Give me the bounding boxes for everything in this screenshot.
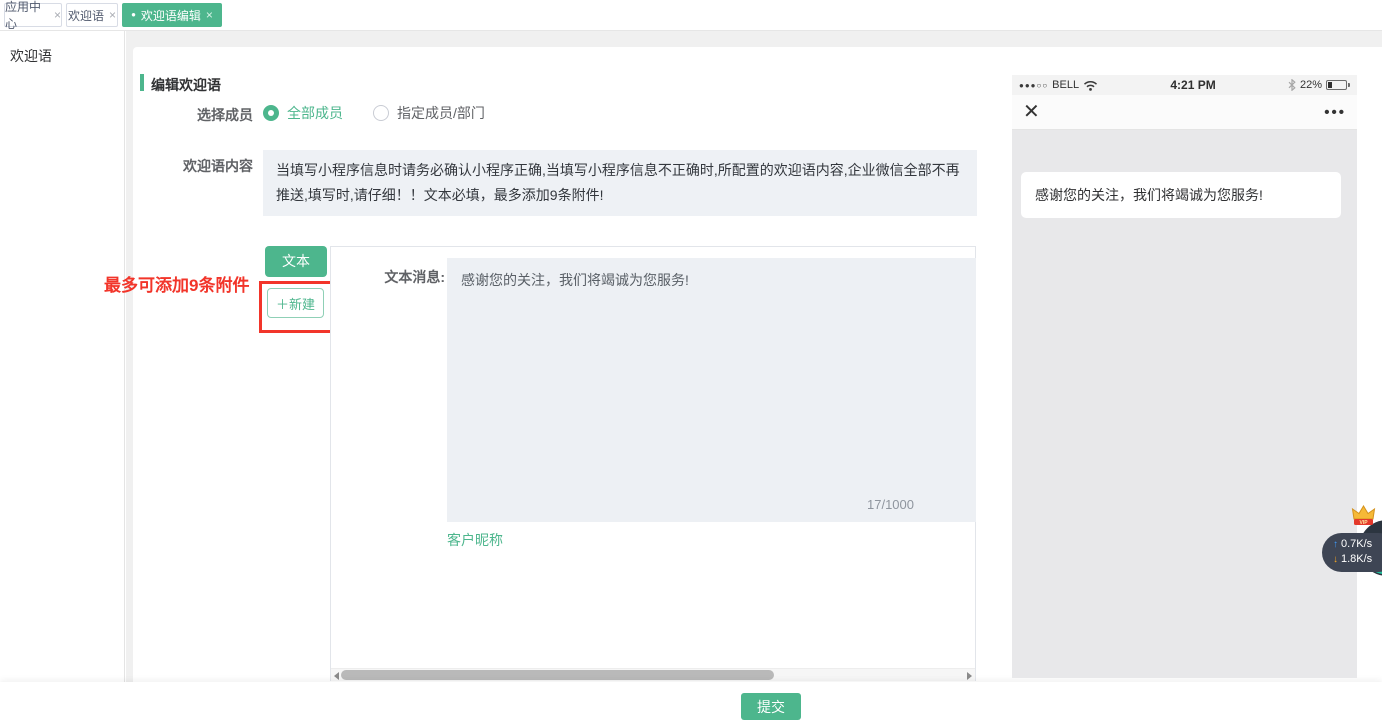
footer-bar bbox=[0, 682, 1382, 726]
add-attachment-button[interactable]: ＋新建 bbox=[267, 288, 324, 318]
tab-label: 应用中心 bbox=[5, 0, 49, 32]
annotation-max-attachments-text: 最多可添加9条附件 bbox=[104, 271, 249, 296]
close-icon[interactable]: ✕ bbox=[1023, 102, 1040, 122]
radio-label: 指定成员/部门 bbox=[397, 103, 485, 123]
submit-button[interactable]: 提交 bbox=[741, 693, 801, 720]
tab-welcome-message-edit[interactable]: ● 欢迎语编辑 × bbox=[122, 3, 222, 27]
radio-specific-members[interactable]: 指定成员/部门 bbox=[373, 103, 485, 123]
upload-speed-value: 0.7K/s bbox=[1341, 537, 1372, 552]
member-select-label: 选择成员 bbox=[133, 105, 253, 125]
upload-arrow-icon: ↑ bbox=[1333, 537, 1338, 552]
member-radio-group: 全部成员 指定成员/部门 bbox=[263, 103, 485, 123]
char-counter: 17/1000 bbox=[867, 497, 914, 512]
active-tab-dot-icon: ● bbox=[131, 11, 136, 19]
close-icon[interactable]: × bbox=[206, 9, 213, 21]
section-title-accent-bar bbox=[140, 74, 144, 91]
tab-label: 欢迎语 bbox=[68, 7, 104, 24]
download-arrow-icon: ↓ bbox=[1333, 552, 1338, 567]
text-message-label: 文本消息: bbox=[330, 267, 445, 287]
phone-preview: ●●●○○ BELL 4:21 PM 22% ✕ ••• 感谢您的关注，我们将竭… bbox=[1012, 75, 1357, 678]
radio-unselected-icon bbox=[373, 105, 389, 121]
vip-crown-icon: VIP bbox=[1350, 504, 1377, 530]
phone-chat-area: 感谢您的关注，我们将竭诚为您服务! bbox=[1012, 130, 1357, 678]
section-title: 编辑欢迎语 bbox=[151, 75, 221, 95]
download-speed-row: ↓ 1.8K/s bbox=[1333, 552, 1382, 567]
customer-nickname-link[interactable]: 客户昵称 bbox=[447, 530, 503, 550]
signal-strength-icon: ●●●○○ bbox=[1019, 81, 1048, 90]
welcome-content-label: 欢迎语内容 bbox=[133, 156, 253, 176]
close-icon[interactable]: × bbox=[54, 9, 61, 21]
network-speed-overlay[interactable]: ↑ 0.7K/s ↓ 1.8K/s bbox=[1322, 533, 1382, 572]
text-message-input[interactable]: 感谢您的关注，我们将竭诚为您服务! 17/1000 bbox=[447, 258, 976, 522]
battery-fill bbox=[1328, 82, 1332, 88]
more-icon[interactable]: ••• bbox=[1324, 105, 1346, 120]
radio-label: 全部成员 bbox=[287, 103, 343, 123]
welcome-message-bubble: 感谢您的关注，我们将竭诚为您服务! bbox=[1021, 172, 1341, 218]
tab-bar: 应用中心 × 欢迎语 × ● 欢迎语编辑 × bbox=[0, 0, 1382, 31]
tab-label: 欢迎语编辑 bbox=[141, 7, 201, 24]
wifi-icon bbox=[1083, 80, 1098, 91]
radio-selected-icon bbox=[263, 105, 279, 121]
phone-status-bar: ●●●○○ BELL 4:21 PM 22% bbox=[1012, 75, 1357, 95]
sidebar: 欢迎语 bbox=[0, 31, 125, 726]
welcome-content-tip: 当填写小程序信息时请务必确认小程序正确,当填写小程序信息不正确时,所配置的欢迎语… bbox=[263, 150, 977, 216]
scroll-left-arrow-icon[interactable] bbox=[334, 672, 339, 680]
sidebar-item-welcome-message[interactable]: 欢迎语 bbox=[0, 31, 124, 66]
tab-welcome-message[interactable]: 欢迎语 × bbox=[66, 3, 118, 27]
bluetooth-icon bbox=[1288, 79, 1296, 91]
battery-percent: 22% bbox=[1300, 79, 1322, 91]
scrollbar-thumb[interactable] bbox=[341, 670, 774, 680]
text-message-value: 感谢您的关注，我们将竭诚为您服务! bbox=[461, 272, 689, 288]
radio-all-members[interactable]: 全部成员 bbox=[263, 103, 343, 123]
download-speed-value: 1.8K/s bbox=[1341, 552, 1372, 567]
carrier-label: BELL bbox=[1052, 79, 1079, 91]
screen: 应用中心 × 欢迎语 × ● 欢迎语编辑 × 欢迎语 编辑欢迎语 选择成员 全部… bbox=[0, 0, 1382, 726]
phone-nav-bar: ✕ ••• bbox=[1012, 95, 1357, 130]
horizontal-scrollbar[interactable] bbox=[331, 668, 975, 681]
tab-app-center[interactable]: 应用中心 × bbox=[4, 3, 62, 27]
attachment-tab-text[interactable]: 文本 bbox=[265, 246, 327, 277]
status-time: 4:21 PM bbox=[1102, 78, 1284, 92]
close-icon[interactable]: × bbox=[109, 9, 116, 21]
vip-label: VIP bbox=[1359, 520, 1368, 526]
battery-icon bbox=[1326, 80, 1347, 90]
scroll-right-arrow-icon[interactable] bbox=[967, 672, 972, 680]
upload-speed-row: ↑ 0.7K/s bbox=[1333, 537, 1382, 552]
